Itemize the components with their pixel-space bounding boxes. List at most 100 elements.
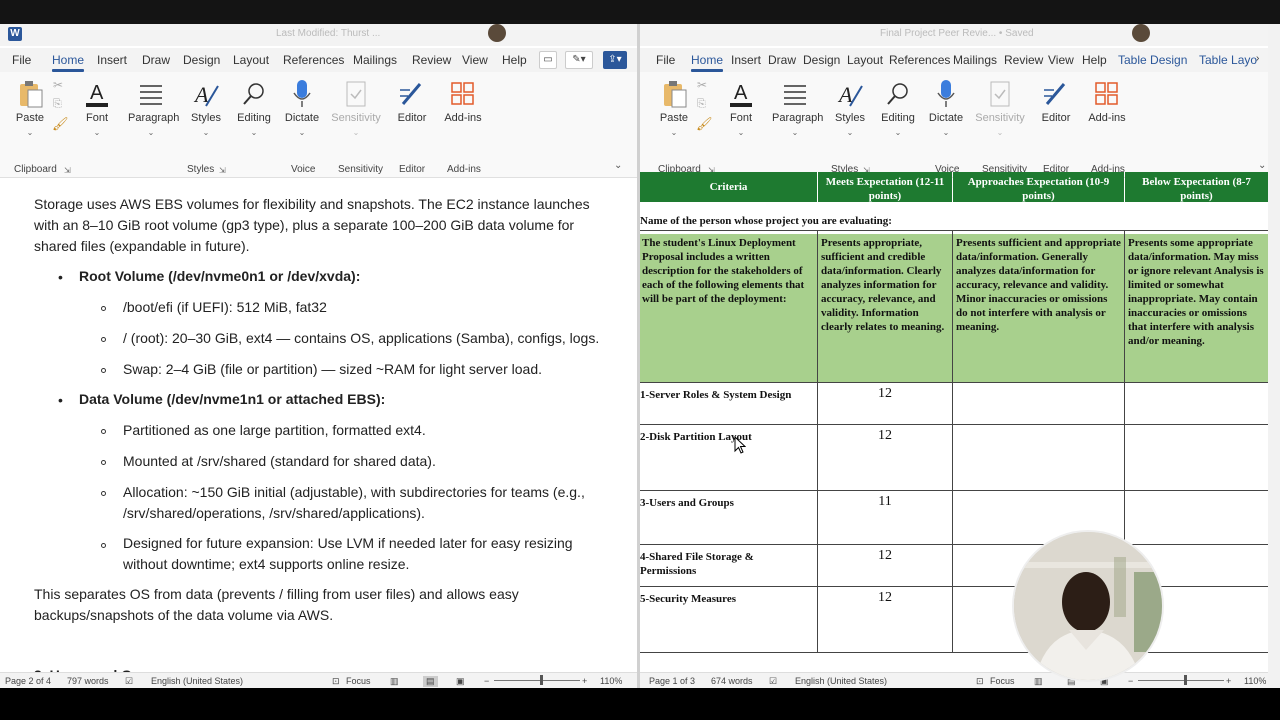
language[interactable]: English (United States) [151,676,243,686]
data-item: Designed for future expansion: Use LVM i… [123,535,573,572]
read-mode-icon[interactable]: ▥ [1034,676,1043,687]
tab-mailings[interactable]: Mailings [953,53,997,67]
document-body[interactable]: Storage uses AWS EBS volumes for flexibi… [0,178,637,678]
zoom-in-icon[interactable]: + [582,676,587,686]
proofing-icon[interactable]: ☑ [769,676,777,687]
table-border [640,424,1268,425]
zoom-level[interactable]: 110% [1244,676,1266,686]
avatar[interactable] [1132,24,1150,42]
score-cell[interactable]: 12 [818,590,952,606]
tab-file[interactable]: File [656,53,675,67]
avatar[interactable] [488,24,506,42]
webcam-overlay[interactable] [1012,530,1164,682]
focus-icon[interactable]: ⊡ [976,676,984,687]
score-cell[interactable]: 12 [818,386,952,402]
focus-button[interactable]: Focus [990,676,1015,686]
meets-description: Presents appropriate, sufficient and cre… [818,234,952,382]
zoom-in-icon[interactable]: + [1226,676,1231,686]
font-icon: A [81,78,113,110]
read-mode-icon[interactable]: ▥ [390,676,399,687]
chevron-down-icon: ⌄ [26,128,34,137]
root-item: Swap: 2–4 GiB (file or partition) — size… [123,361,543,377]
tab-mailings[interactable]: Mailings [353,53,397,67]
tab-file[interactable]: File [12,53,31,67]
evaluatee-name-row[interactable]: Name of the person whose project you are… [640,214,1268,230]
print-layout-icon[interactable]: ▤ [423,676,438,687]
tab-help[interactable]: Help [502,53,527,67]
comments-icon[interactable]: ▭ [539,51,557,69]
cut-icon[interactable]: ✂ [53,78,63,92]
header-approaches: Approaches Expectation (10-9 points) [953,172,1124,202]
page-count[interactable]: Page 1 of 3 [649,676,695,686]
group-label-styles: Styles [187,164,215,175]
score-cell[interactable]: 12 [818,548,952,564]
copy-icon[interactable]: ⎘ [53,98,62,111]
below-description: Presents some appropriate data/informati… [1125,234,1268,382]
title-bar: Final Project Peer Revie... • Saved [640,24,1268,46]
data-item: Mounted at /srv/shared (standard for sha… [123,453,436,469]
format-painter-icon[interactable]: 🖌 [696,116,713,132]
score-cell[interactable]: 12 [818,428,952,444]
cut-icon[interactable]: ✂ [697,78,707,92]
copy-icon[interactable]: ⎘ [697,98,706,111]
data-item: Allocation: ~150 GiB initial (adjustable… [123,484,585,521]
chevron-right-icon[interactable]: › [1256,53,1259,64]
dialog-launcher-icon[interactable]: ⇲ [219,166,226,175]
editing-mode-icon[interactable]: ✎▾ [565,51,593,69]
language[interactable]: English (United States) [795,676,887,686]
focus-button[interactable]: Focus [346,676,371,686]
page-count[interactable]: Page 2 of 4 [5,676,51,686]
tab-table-layout[interactable]: Table Layo [1199,53,1257,67]
tab-review[interactable]: Review [412,53,451,67]
tab-view[interactable]: View [1048,53,1074,67]
tab-home[interactable]: Home [52,53,85,72]
tab-draw[interactable]: Draw [142,53,170,67]
tab-help[interactable]: Help [1082,53,1107,67]
tab-insert[interactable]: Insert [97,53,127,67]
tab-layout[interactable]: Layout [233,53,269,67]
tab-insert[interactable]: Insert [731,53,761,67]
title-text: Final Project Peer Revie... • Saved [880,28,1034,39]
tab-draw[interactable]: Draw [768,53,796,67]
scrollbar[interactable] [1268,24,1280,688]
tab-references[interactable]: References [283,53,344,67]
tab-layout[interactable]: Layout [847,53,883,67]
word-count[interactable]: 797 words [67,676,109,686]
table-border [640,544,1268,545]
tab-table-design[interactable]: Table Design [1118,53,1187,67]
rubric-table[interactable]: Criteria Meets Expectation (12-11 points… [640,172,1268,654]
os-bottom-bar [0,688,1280,720]
tab-design[interactable]: Design [803,53,840,67]
share-icon[interactable]: ⇪▾ [603,51,627,69]
circle-bullet-icon [101,368,106,373]
microphone-icon [930,78,962,110]
status-bar: Page 2 of 4 797 words ☑ English (United … [0,672,637,688]
zoom-thumb[interactable] [1183,675,1187,685]
zoom-slider[interactable] [1138,680,1224,681]
ribbon-tabs: File Home Insert Draw Design Layout Refe… [0,48,637,72]
focus-icon[interactable]: ⊡ [332,676,340,687]
zoom-out-icon[interactable]: − [484,676,489,686]
tab-design[interactable]: Design [183,53,220,67]
proofing-icon[interactable]: ☑ [125,676,133,687]
score-cell[interactable]: 11 [818,494,952,510]
paragraph-icon [779,78,811,110]
web-layout-icon[interactable]: ▣ [456,676,465,687]
title-text: Last Modified: Thurst ... [276,28,381,39]
zoom-thumb[interactable] [539,675,543,685]
zoom-out-icon[interactable]: − [1128,676,1133,686]
chevron-down-icon[interactable]: ⌄ [1258,160,1266,171]
zoom-slider[interactable] [494,680,580,681]
dialog-launcher-icon[interactable]: ⇲ [64,166,71,175]
tab-review[interactable]: Review [1004,53,1043,67]
circle-bullet-icon [101,306,106,311]
word-count[interactable]: 674 words [711,676,753,686]
format-painter-icon[interactable]: 🖌 [52,116,69,132]
microphone-icon [286,78,318,110]
tab-view[interactable]: View [462,53,488,67]
zoom-level[interactable]: 110% [600,676,622,686]
tab-references[interactable]: References [889,53,950,67]
chevron-down-icon[interactable]: ⌄ [614,160,622,171]
table-border [817,230,818,652]
tab-home[interactable]: Home [691,53,724,72]
